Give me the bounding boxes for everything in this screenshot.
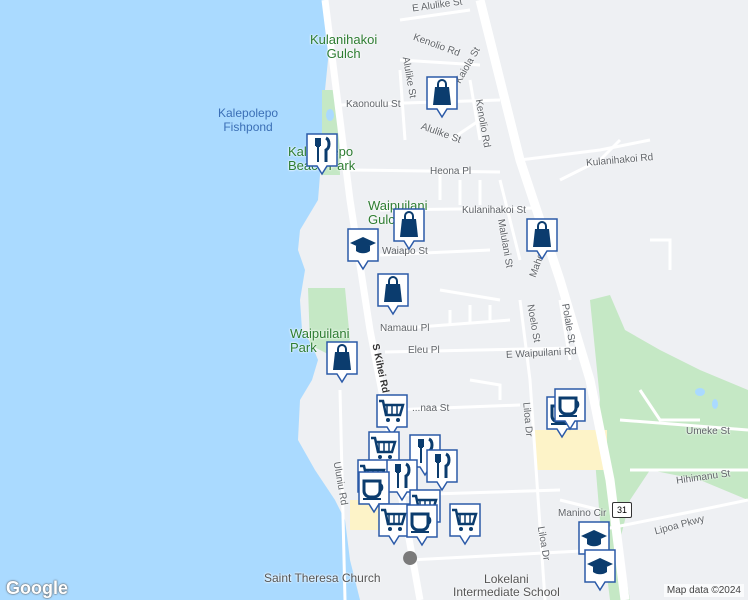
map-canvas[interactable]: Kalepolepo Fishpond Kulanihakoi Gulch Ka… bbox=[0, 0, 748, 600]
street-heona-pl: Heona Pl bbox=[430, 166, 472, 177]
shopping-marker[interactable] bbox=[325, 340, 359, 384]
restaurant-marker[interactable] bbox=[305, 132, 339, 176]
restaurant-marker[interactable] bbox=[425, 448, 459, 492]
saint-theresa-church-label[interactable]: Saint Theresa Church bbox=[264, 571, 381, 585]
kulanihakoi-gulch-label: Kulanihakoi Gulch bbox=[310, 32, 378, 61]
pond bbox=[326, 109, 334, 121]
grocery-marker[interactable] bbox=[448, 502, 482, 546]
street-kulanihakoi-st: Kulanihakoi St bbox=[462, 205, 526, 216]
cafe-marker[interactable] bbox=[405, 503, 439, 547]
school-marker[interactable] bbox=[583, 548, 617, 592]
lokelani-intermediate-school-label[interactable]: Lokelani Intermediate School bbox=[453, 573, 560, 599]
shopping-marker[interactable] bbox=[525, 217, 559, 261]
route-31-shield: 31 bbox=[612, 502, 632, 518]
street-haunaa-st: ...naa St bbox=[412, 403, 450, 414]
street-umeke-st: Umeke St bbox=[686, 426, 730, 437]
kalepolepo-fishpond-label: Kalepolepo Fishpond bbox=[218, 106, 279, 134]
street-manino-cir: Manino Cir bbox=[558, 508, 607, 519]
google-logo: Google bbox=[6, 578, 68, 598]
shopping-marker[interactable] bbox=[425, 75, 459, 119]
school-marker[interactable] bbox=[346, 227, 380, 271]
pond bbox=[712, 399, 718, 409]
street-namauu-pl: Namauu Pl bbox=[380, 323, 430, 334]
church-pin-icon bbox=[403, 551, 418, 565]
shopping-marker[interactable] bbox=[392, 207, 426, 251]
map-attribution[interactable]: Map data ©2024 bbox=[663, 584, 744, 597]
ocean bbox=[0, 0, 360, 600]
shopping-marker[interactable] bbox=[376, 272, 410, 316]
street-eleu-pl: Eleu Pl bbox=[408, 345, 440, 356]
street-kaonoulu-st: Kaonoulu St bbox=[346, 99, 401, 110]
pond bbox=[695, 388, 705, 396]
cafe-marker[interactable] bbox=[553, 387, 587, 431]
